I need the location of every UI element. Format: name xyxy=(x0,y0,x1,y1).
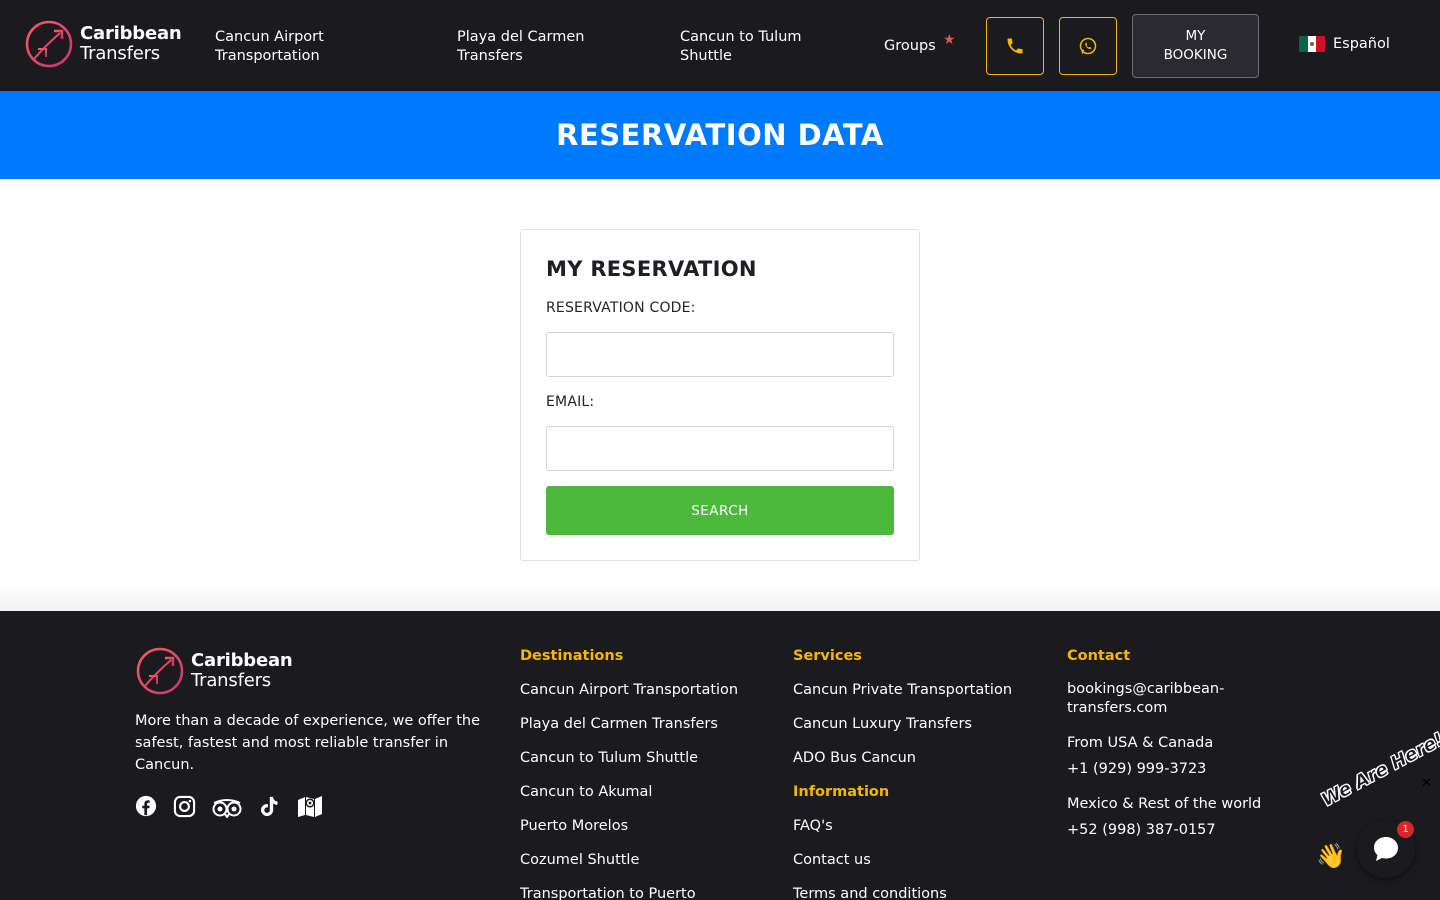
reservation-card: MY RESERVATION RESERVATION CODE: EMAIL: … xyxy=(520,229,920,561)
nav-tulum-line2: Shuttle xyxy=(680,48,732,64)
top-navbar: Caribbean Transfers Cancun Airport Trans… xyxy=(0,0,1440,91)
instagram-icon[interactable] xyxy=(173,795,196,818)
nav-groups-label: Groups xyxy=(884,38,936,54)
search-button[interactable]: SEARCH xyxy=(546,486,894,535)
reservation-code-input[interactable] xyxy=(546,332,894,377)
page-title: RESERVATION DATA xyxy=(556,118,884,152)
footer-link-cozumel[interactable]: Cozumel Shuttle xyxy=(520,852,639,868)
footer-link-contact[interactable]: Contact us xyxy=(793,852,871,868)
my-booking-button[interactable]: MY BOOKING xyxy=(1132,14,1259,78)
footer-usa-label: From USA & Canada xyxy=(1067,735,1214,751)
footer-destinations-heading: Destinations xyxy=(520,648,624,664)
brand-name-line2: Transfers xyxy=(80,43,160,64)
nav-cancun-airport[interactable]: Cancun Airport Transportation xyxy=(215,28,324,66)
nav-cancun-airport-line1: Cancun Airport xyxy=(215,29,324,45)
footer-brand-line1: Caribbean xyxy=(191,650,293,671)
chat-unread-badge: 1 xyxy=(1397,821,1414,838)
footer-link-ado-bus[interactable]: ADO Bus Cancun xyxy=(793,750,916,766)
email-input[interactable] xyxy=(546,426,894,471)
nav-cancun-airport-line2: Transportation xyxy=(215,48,320,64)
nav-playa-line2: Transfers xyxy=(457,48,523,64)
reservation-code-label: RESERVATION CODE: xyxy=(546,300,696,316)
site-footer: Caribbean Transfers More than a decade o… xyxy=(0,611,1440,900)
footer-link-puerto[interactable]: Transportation to Puerto xyxy=(520,886,696,900)
footer-link-private[interactable]: Cancun Private Transportation xyxy=(793,682,1012,698)
section-divider xyxy=(0,583,1440,611)
tripadvisor-icon[interactable] xyxy=(211,798,243,818)
footer-link-cancun-airport[interactable]: Cancun Airport Transportation xyxy=(520,682,738,698)
footer-contact-heading: Contact xyxy=(1067,648,1131,664)
chat-bubble-icon xyxy=(1374,837,1398,861)
nav-playa-del-carmen[interactable]: Playa del Carmen Transfers xyxy=(457,28,584,66)
footer-usa-phone[interactable]: +1 (929) 999-3723 xyxy=(1067,760,1206,779)
footer-link-luxury[interactable]: Cancun Luxury Transfers xyxy=(793,716,972,732)
whatsapp-icon xyxy=(1079,37,1097,55)
facebook-icon[interactable] xyxy=(135,795,157,817)
phone-icon xyxy=(1007,38,1023,54)
call-button[interactable] xyxy=(986,17,1044,75)
brand-name-line1: Caribbean xyxy=(80,23,182,44)
footer-information-heading: Information xyxy=(793,784,890,800)
footer-mx-label: Mexico & Rest of the world xyxy=(1067,796,1262,812)
footer-link-terms[interactable]: Terms and conditions xyxy=(793,886,947,900)
nav-playa-line1: Playa del Carmen xyxy=(457,29,585,45)
footer-brand-line2: Transfers xyxy=(191,670,271,691)
close-icon[interactable]: ✕ xyxy=(1421,776,1432,791)
language-switcher[interactable]: Español xyxy=(1299,36,1390,52)
my-booking-line2: BOOKING xyxy=(1163,47,1228,63)
mexico-flag-icon xyxy=(1299,36,1326,52)
footer-link-akumal[interactable]: Cancun to Akumal xyxy=(520,784,652,800)
brand-logo[interactable]: Caribbean Transfers xyxy=(24,19,182,69)
page-banner: RESERVATION DATA xyxy=(0,91,1440,179)
footer-link-tulum[interactable]: Cancun to Tulum Shuttle xyxy=(520,750,698,766)
my-booking-line1: MY xyxy=(1185,28,1206,44)
nav-groups[interactable]: Groups ★ xyxy=(884,32,956,54)
footer-services-heading: Services xyxy=(793,648,862,664)
footer-email-line2: transfers.com xyxy=(1067,700,1168,716)
footer-description: More than a decade of experience, we off… xyxy=(135,713,481,773)
nav-cancun-tulum[interactable]: Cancun to Tulum Shuttle xyxy=(680,28,802,66)
whatsapp-button[interactable] xyxy=(1059,17,1117,75)
footer-link-faqs[interactable]: FAQ's xyxy=(793,818,833,834)
plane-logo-icon xyxy=(25,20,73,68)
plane-logo-icon xyxy=(136,647,184,695)
footer-mx-phone[interactable]: +52 (998) 387-0157 xyxy=(1067,821,1216,840)
waving-hand-icon: 👋 xyxy=(1316,842,1346,870)
footer-link-playa[interactable]: Playa del Carmen Transfers xyxy=(520,716,718,732)
nav-tulum-line1: Cancun to Tulum xyxy=(680,29,802,45)
footer-email-link[interactable]: bookings@caribbean- transfers.com xyxy=(1067,680,1224,718)
footer-link-puerto-morelos[interactable]: Puerto Morelos xyxy=(520,818,628,834)
reservation-title: MY RESERVATION xyxy=(546,257,757,281)
star-icon: ★ xyxy=(943,32,956,48)
language-label: Español xyxy=(1333,36,1390,52)
map-icon[interactable] xyxy=(297,795,323,817)
footer-brand-logo[interactable]: Caribbean Transfers xyxy=(135,646,293,696)
email-label: EMAIL: xyxy=(546,394,595,410)
footer-email-line1: bookings@caribbean- xyxy=(1067,681,1225,697)
tiktok-icon[interactable] xyxy=(258,795,280,819)
